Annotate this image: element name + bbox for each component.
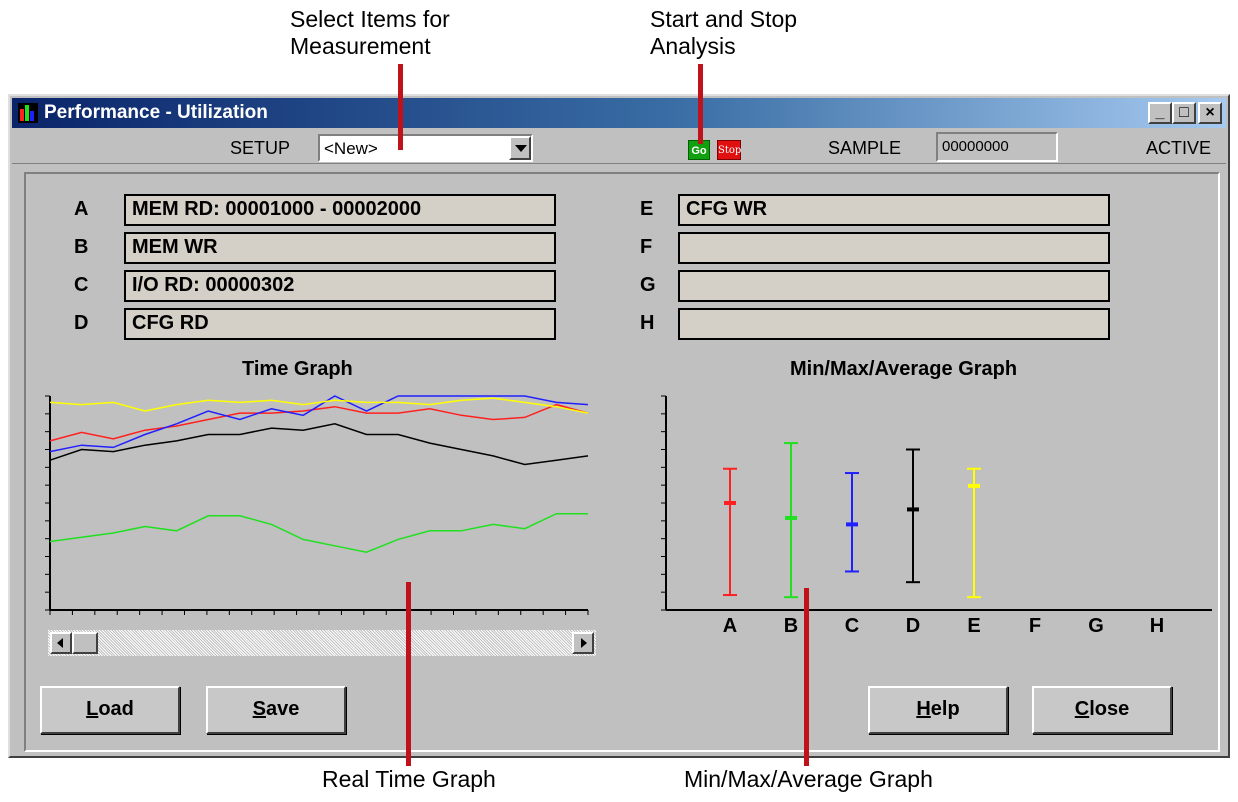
save-label: ave [265, 698, 300, 720]
time-series-b [49, 512, 588, 553]
measurement-field-b[interactable]: MEM WR [124, 232, 556, 264]
close-mnemonic: C [1074, 698, 1090, 720]
scroll-left-button[interactable] [50, 632, 72, 654]
row-letter-a: A [74, 198, 89, 220]
load-mnemonic: L [86, 698, 99, 720]
minmax-category-label: B [784, 615, 798, 637]
time-series-a [49, 403, 589, 442]
callout-start-stop-line1: Start and Stop [650, 6, 798, 32]
save-button[interactable]: Save [206, 686, 346, 734]
close-label: lose [1089, 698, 1130, 720]
scroll-thumb[interactable] [72, 632, 98, 654]
load-label: oad [98, 698, 134, 720]
callout-minmax-graph: Min/Max/Average Graph [684, 766, 933, 792]
sample-label: SAMPLE [828, 138, 902, 158]
minmax-category-label: G [1088, 615, 1104, 637]
measurement-field-e[interactable]: CFG WR [678, 194, 1110, 226]
row-letter-e: E [640, 198, 654, 220]
measurement-field-a[interactable]: MEM RD: 00001000 - 00002000 [124, 194, 556, 226]
measurement-field-h[interactable] [678, 308, 1110, 340]
window-title: Performance - Utilization [44, 102, 268, 123]
setup-select[interactable]: <New> [318, 134, 533, 162]
sample-counter: 00000000 [936, 132, 1058, 162]
time-series-c [49, 395, 589, 453]
minmax-category-label: F [1029, 615, 1041, 637]
time-graph [45, 395, 589, 615]
callout-select-items: Select Items for Measurement [290, 6, 450, 60]
help-button[interactable]: Help [868, 686, 1008, 734]
callout-line-start-stop [698, 64, 703, 144]
scroll-right-button[interactable] [572, 632, 594, 654]
chevron-down-icon[interactable] [509, 136, 531, 160]
status-text: ACTIVE [1146, 138, 1212, 158]
callout-select-items-line2: Measurement [290, 33, 431, 59]
close-window-button[interactable]: × [1198, 102, 1222, 124]
toolbar: SETUP <New> Go Stop SAMPLE 00000000 ACTI… [12, 130, 1226, 164]
setup-label: SETUP [230, 138, 291, 158]
minmax-category-label: H [1150, 615, 1164, 637]
time-graph-title: Time Graph [242, 358, 353, 380]
help-label: elp [930, 698, 960, 720]
time-series-d [49, 423, 589, 466]
minmax-category-label: C [845, 615, 859, 637]
callout-line-minmax-graph [804, 588, 809, 766]
callout-start-stop: Start and Stop Analysis [650, 6, 797, 60]
minmax-graph-title: Min/Max/Average Graph [790, 358, 1018, 380]
minmax-category-label: D [906, 615, 920, 637]
arrow-left-icon [57, 638, 63, 648]
row-letter-g: G [640, 274, 656, 296]
minmax-category-label: A [723, 615, 737, 637]
row-letter-h: H [640, 312, 655, 334]
row-letter-d: D [74, 312, 89, 334]
row-letter-f: F [640, 236, 653, 258]
measurement-field-c[interactable]: I/O RD: 00000302 [124, 270, 556, 302]
time-graph-scrollbar[interactable] [48, 630, 596, 656]
app-chart-icon [18, 103, 38, 123]
help-mnemonic: H [916, 698, 931, 720]
callout-line-real-time-graph [406, 582, 411, 766]
row-letter-b: B [74, 236, 89, 258]
minimize-button[interactable]: _ [1148, 102, 1172, 124]
close-button[interactable]: Close [1032, 686, 1172, 734]
measurement-field-f[interactable] [678, 232, 1110, 264]
performance-window: Performance - Utilization _ □ × SETUP <N… [8, 94, 1230, 758]
callout-select-items-line1: Select Items for [290, 6, 450, 32]
callout-real-time-graph: Real Time Graph [322, 766, 496, 792]
stop-button[interactable]: Stop [717, 140, 741, 160]
callout-start-stop-line2: Analysis [650, 33, 736, 59]
minmax-category-label: E [967, 615, 980, 637]
minmax-graph: A B C D E F G H [661, 395, 1212, 637]
measurement-field-g[interactable] [678, 270, 1110, 302]
measurement-field-d[interactable]: CFG RD [124, 308, 556, 340]
maximize-button[interactable]: □ [1172, 102, 1196, 124]
save-mnemonic: S [252, 698, 266, 720]
row-letter-c: C [74, 274, 89, 296]
arrow-right-icon [581, 638, 587, 648]
load-button[interactable]: Load [40, 686, 180, 734]
title-bar[interactable]: Performance - Utilization _ □ × [12, 98, 1226, 128]
callout-line-select-items [398, 64, 403, 150]
setup-select-value: <New> [324, 139, 378, 158]
